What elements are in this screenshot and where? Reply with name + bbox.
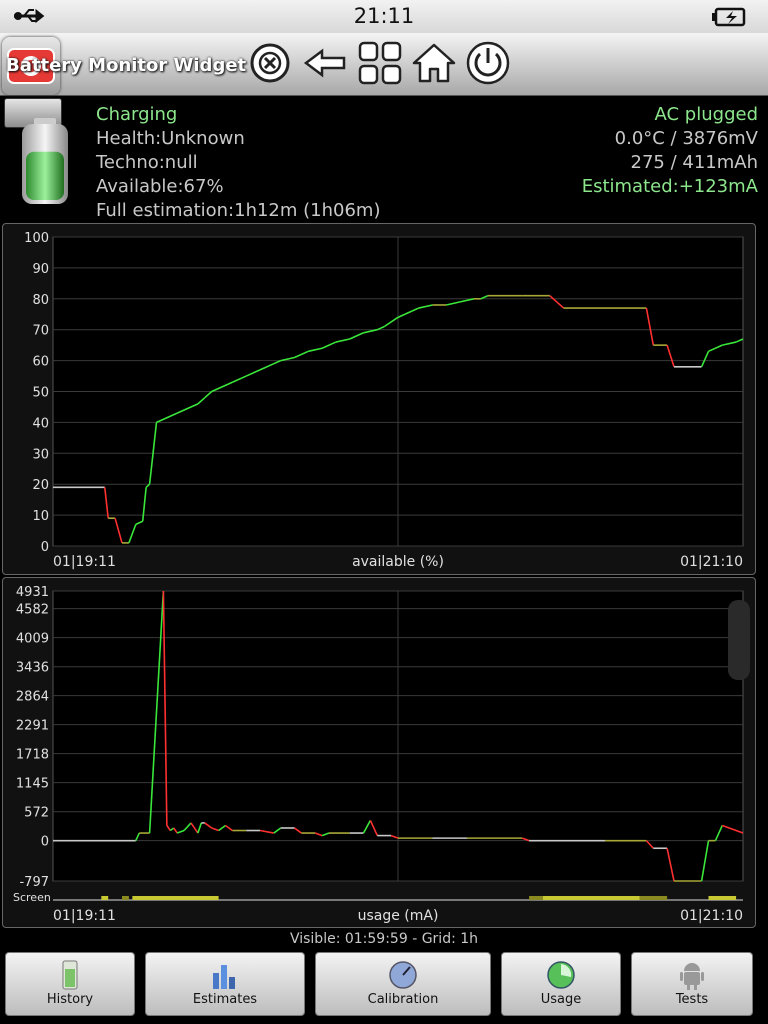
screen-on-segment: [132, 896, 219, 900]
y-tick-label: 90: [32, 262, 49, 277]
x-end-label: 01|21:10: [680, 908, 743, 924]
calibration-label: Calibration: [367, 992, 439, 1007]
screen-on-segment: [101, 896, 109, 900]
screen-on-segment: [708, 896, 737, 900]
x-start-label: 01|19:11: [53, 554, 116, 570]
y-tick-label: 1718: [16, 748, 49, 763]
estimated-text: Estimated:+123mA: [581, 176, 758, 197]
screen-on-segment: [122, 896, 129, 900]
capacity-text: 275 / 411mAh: [630, 152, 758, 173]
x-end-label: 01|21:10: [680, 554, 743, 570]
y-tick-label: 30: [32, 447, 49, 462]
y-tick-label: 100: [24, 231, 49, 246]
y-tick-label: 50: [32, 386, 49, 401]
tests-label: Tests: [675, 992, 709, 1007]
usage-label: Usage: [540, 992, 582, 1007]
usage-chart[interactable]: 4931 4582 4009 3436 2864 2291 1718 1145 572 0 -797…: [2, 577, 756, 928]
y-tick-label: 2864: [16, 690, 49, 705]
y-tick-label: 10: [32, 509, 49, 524]
y-tick-label: 3436: [16, 661, 49, 676]
calibration-icon: [388, 959, 418, 991]
battery-charging-icon: [712, 7, 748, 31]
charging-status: Charging: [96, 104, 178, 125]
y-tick-label: 40: [32, 416, 49, 431]
usage-chart-svg: 4931 4582 4009 3436 2864 2291 1718 1145 572 0 -797…: [13, 585, 744, 924]
available-text: Available:67%: [96, 176, 224, 197]
estimates-button[interactable]: Estimates: [145, 952, 305, 1016]
grid-icon[interactable]: [356, 39, 404, 87]
history-button[interactable]: History: [5, 952, 135, 1016]
back-arrow-icon[interactable]: [302, 39, 350, 87]
temp-voltage-text: 0.0°C / 3876mV: [614, 128, 758, 149]
plug-status: AC plugged: [654, 104, 758, 125]
y-tick-label: 60: [32, 355, 49, 370]
available-chart-svg: 100908070605040302010001|19:11 available …: [24, 231, 744, 570]
full-estimation-text: Full estimation:1h12m (1h06m): [96, 200, 381, 221]
y-tick-label: 20: [32, 478, 49, 493]
y-tick-label: 0: [41, 835, 49, 850]
x-start-label: 01|19:11: [53, 908, 116, 924]
x-axis-label: usage (mA): [358, 908, 439, 924]
y-tick-label: 2291: [16, 719, 49, 734]
visible-grid-text: Visible: 01:59:59 - Grid: 1h: [289, 931, 479, 947]
y-tick-label: 0: [41, 540, 49, 555]
x-axis-label: available (%): [352, 554, 444, 570]
y-tick-label: -797: [19, 875, 49, 890]
screen-label: Screen: [13, 891, 51, 904]
screen-on-segment: [529, 896, 543, 900]
android-icon: [677, 959, 707, 991]
screen-on-segment: [639, 896, 668, 900]
y-tick-label: 4009: [16, 632, 49, 647]
power-icon[interactable]: [464, 39, 512, 87]
y-tick-label: 1145: [16, 777, 49, 792]
usage-icon: [546, 959, 576, 991]
y-tick-label: 4931: [16, 585, 49, 600]
health-text: Health:Unknown: [96, 128, 245, 149]
techno-text: Techno:null: [96, 152, 198, 173]
calibration-button[interactable]: Calibration: [315, 952, 491, 1016]
y-tick-label: 572: [24, 806, 49, 821]
y-tick-label: 70: [32, 324, 49, 339]
clock: 21:11: [353, 4, 415, 28]
history-label: History: [46, 992, 94, 1007]
app-title: Battery Monitor Widget Pro: [6, 55, 287, 76]
estimates-label: Estimates: [192, 992, 258, 1007]
usage-button[interactable]: Usage: [501, 952, 621, 1016]
available-chart[interactable]: 100 90 80 70 60 50 40 30 20 10 0 01|19:11 available …: [2, 223, 756, 575]
tests-button[interactable]: Tests: [631, 952, 753, 1016]
status-bar: 21:11: [0, 0, 768, 33]
screen-on-segment: [542, 896, 640, 900]
estimates-icon: [210, 959, 240, 991]
y-tick-label: 80: [32, 293, 49, 308]
battery-level-icon: [18, 116, 72, 208]
history-icon: [55, 959, 85, 991]
close-circle-icon[interactable]: [246, 39, 294, 87]
title-bar: Battery Monitor Widget Pro: [0, 33, 768, 96]
scrollbar[interactable]: [728, 600, 750, 680]
y-tick-label: 4582: [16, 603, 49, 618]
home-icon[interactable]: [410, 39, 458, 87]
